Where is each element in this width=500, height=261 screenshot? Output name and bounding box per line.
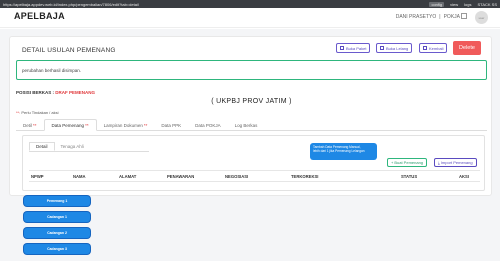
detail-card: DETAIL USULAN PEMENANG Buka Paket Buka L… — [9, 36, 492, 196]
import-pemenang-label: Import Pemenang — [440, 160, 473, 165]
browser-url-bar[interactable]: https://apelbaja.appdev.web.id/index.php… — [0, 0, 500, 8]
required-star: **: — [16, 110, 21, 115]
col-aksi[interactable]: AKSI — [459, 174, 469, 179]
alert-message: perubahan berhasil disimpan. — [22, 68, 82, 73]
buka-paket-label: Buka Paket — [346, 45, 367, 51]
pill-pemenang-1[interactable]: Pemenang 1 — [24, 196, 90, 206]
plus-icon: + — [391, 160, 394, 165]
brand-logo[interactable]: APELBAJA — [14, 11, 65, 21]
organization-title: ( UKPBJ PROV JATIM ) — [211, 98, 292, 105]
posisi-value: DRAF PEMENANG — [55, 90, 96, 95]
toolbar-config[interactable]: config — [429, 1, 445, 7]
toolbar-logs[interactable]: logs — [464, 2, 471, 7]
pill-cadangan-2[interactable]: Cadangan 2 — [24, 228, 90, 238]
kembali-label: Kembali — [429, 45, 444, 51]
document-icon — [340, 46, 344, 50]
buka-paket-button[interactable]: Buka Paket — [336, 43, 371, 53]
col-npwp[interactable]: NPWP — [31, 174, 44, 179]
user-role: POKJA — [443, 14, 460, 20]
tab-detil[interactable]: Detil ** — [16, 119, 44, 131]
toolbar-stack[interactable]: STACK SS — [478, 2, 498, 7]
tab-log-berkas[interactable]: Log Berkas — [228, 119, 265, 131]
import-pemenang-button[interactable]: ⤓ Import Pemenang — [434, 158, 477, 167]
back-icon — [423, 46, 427, 50]
success-alert: perubahan berhasil disimpan. — [16, 60, 487, 80]
tab-label: Data PPK — [161, 122, 182, 128]
user-menu[interactable]: DANI PRASETYO | POKJA — [396, 14, 460, 20]
browser-toolbar: config view logs STACK SS — [429, 1, 498, 7]
tab-star: ** — [143, 122, 148, 128]
kembali-button[interactable]: Kembali — [419, 43, 448, 53]
tab-label: Detil — [23, 122, 33, 128]
subtab-detail[interactable]: Detail — [29, 142, 55, 151]
col-alamat[interactable]: ALAMAT — [119, 174, 136, 179]
document-icon — [380, 46, 384, 50]
col-penawaran[interactable]: PENAWARAN — [167, 174, 194, 179]
pemenang-panel: Detail Tenaga Ahli Tambah Data Pemenang … — [22, 135, 485, 191]
avatar[interactable]: user — [475, 11, 488, 24]
required-note: **: Perlu Tindakan / aksi — [16, 110, 59, 115]
tab-data-ppk[interactable]: Data PPK — [154, 119, 188, 131]
required-text: Perlu Tindakan / aksi — [21, 110, 59, 115]
main-tabs: Detil ** Data Pemenang ** Lampiran Dokum… — [16, 119, 487, 131]
user-separator: | — [439, 14, 441, 20]
sub-tabs: Detail Tenaga Ahli — [29, 142, 149, 152]
buat-pemenang-button[interactable]: + Buat Pemenang — [387, 158, 428, 167]
tab-label: Log Berkas — [234, 122, 258, 128]
tab-data-pokja[interactable]: Data POKJA — [188, 119, 228, 131]
tab-star: ** — [33, 122, 37, 128]
tooltip-info: Tambah Data Pemenang Manual, lebih dari … — [310, 143, 377, 160]
col-terkoreksi[interactable]: TERKOREKSI — [291, 174, 318, 179]
subtab-tenaga-ahli[interactable]: Tenaga Ahli — [55, 142, 90, 151]
pill-cadangan-1[interactable]: Cadangan 1 — [24, 212, 90, 222]
col-status[interactable]: STATUS — [401, 174, 417, 179]
user-name: DANI PRASETYO — [395, 14, 437, 20]
posisi-berkas: POSISI BERKAS : DRAF PEMENANG — [16, 90, 95, 95]
posisi-label: POSISI BERKAS : — [16, 90, 55, 95]
pill-cadangan-3[interactable]: Cadangan 3 — [24, 244, 90, 254]
url-text[interactable]: https://apelbaja.appdev.web.id/index.php… — [3, 2, 429, 7]
tab-star: ** — [85, 122, 89, 128]
tab-label: Data POKJA — [195, 122, 221, 128]
fullscreen-icon[interactable] — [461, 13, 467, 19]
tab-label: Data Pemenang — [51, 122, 85, 128]
page-title: DETAIL USULAN PEMENANG — [22, 47, 116, 54]
tab-data-pemenang[interactable]: Data Pemenang ** — [43, 119, 97, 131]
col-negosiasi[interactable]: NEGOSIASI — [225, 174, 248, 179]
toolbar-view[interactable]: view — [450, 2, 458, 7]
download-icon: ⤓ — [438, 160, 440, 165]
delete-button[interactable]: Delete — [453, 41, 481, 55]
buka-lelang-button[interactable]: Buka Lelang — [376, 43, 413, 53]
tab-lampiran-dokumen[interactable]: Lampiran Dokumen ** — [97, 119, 155, 131]
tab-label: Lampiran Dokumen — [103, 122, 143, 128]
buka-lelang-label: Buka Lelang — [386, 45, 409, 51]
col-nama[interactable]: NAMA — [73, 174, 86, 179]
tooltip-line: lebih dari 1 jika Pemenang Lelangan — [313, 149, 365, 154]
buat-pemenang-label: Buat Pemenang — [394, 160, 424, 165]
table-header: NPWP NAMA ALAMAT PENAWARAN NEGOSIASI TER… — [29, 170, 480, 182]
app-header: APELBAJA DANI PRASETYO | POKJA user — [0, 8, 500, 28]
